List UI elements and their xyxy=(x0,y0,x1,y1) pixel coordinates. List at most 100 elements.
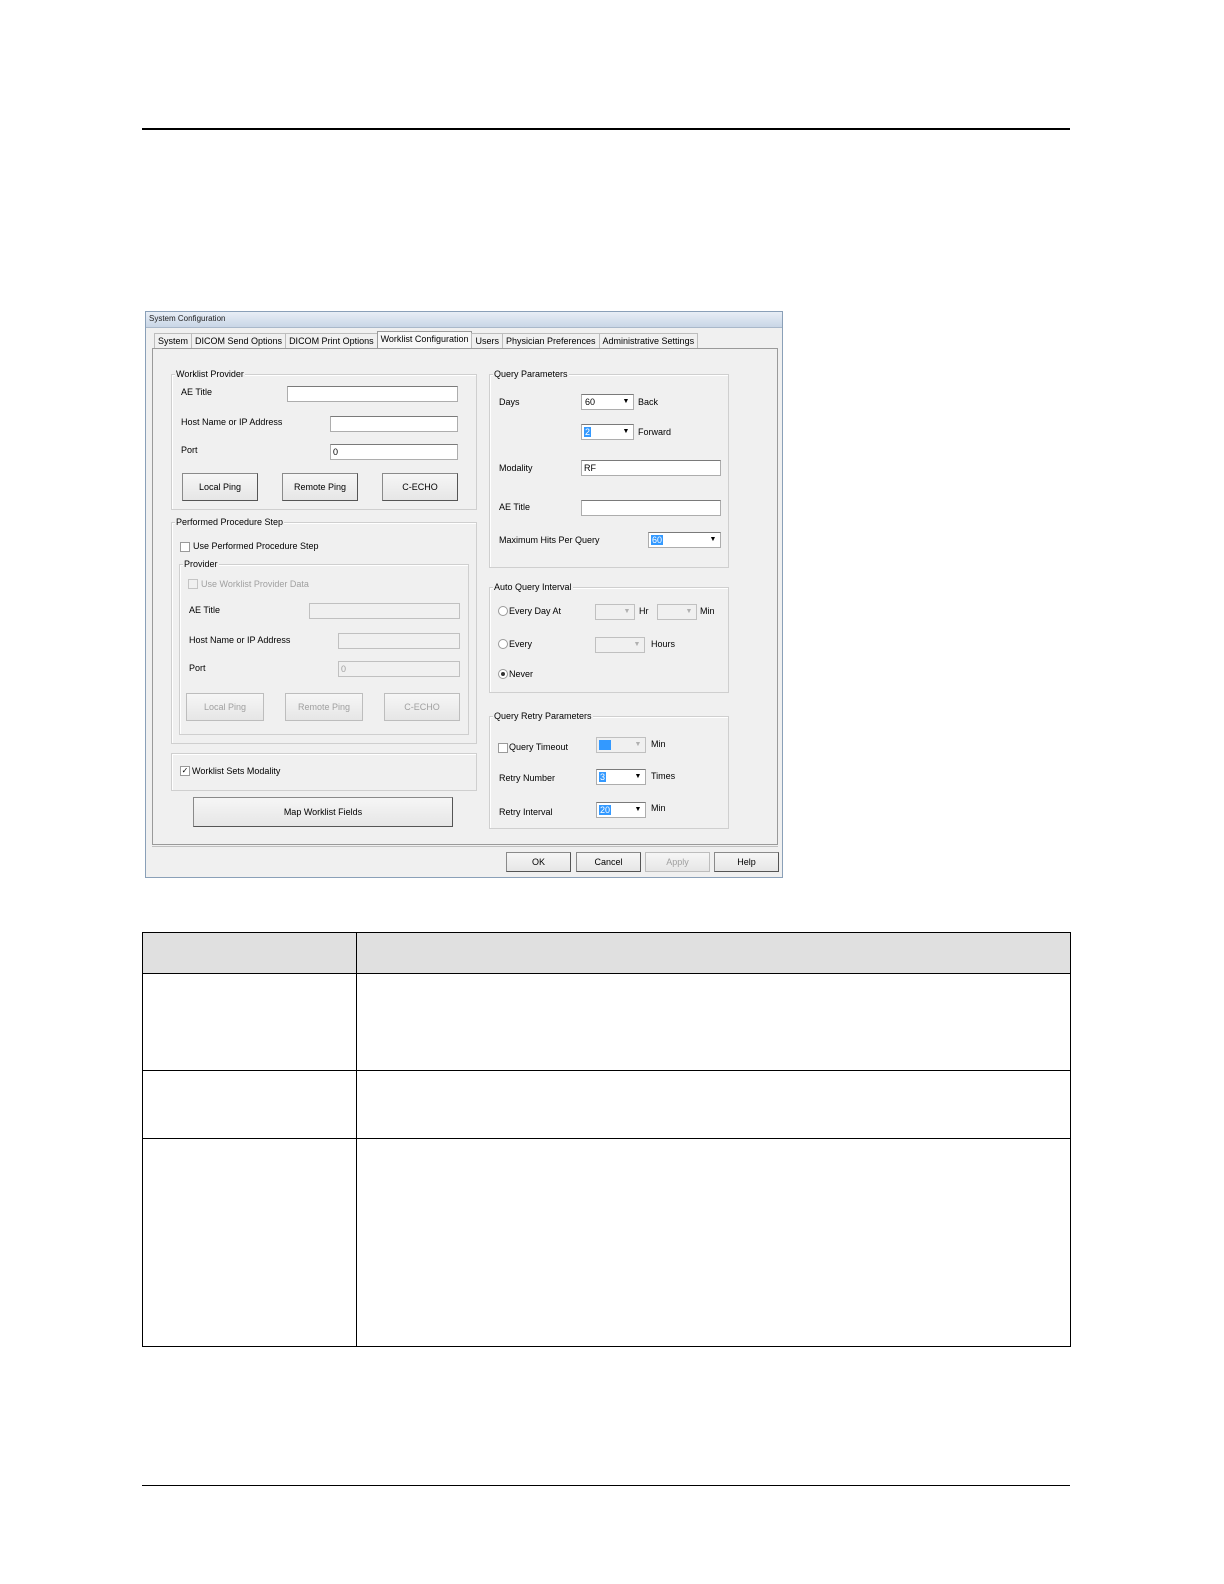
chevron-down-icon: ▼ xyxy=(633,641,641,648)
retry-interval-value: 20 xyxy=(599,805,612,815)
tab-worklist-configuration[interactable]: Worklist Configuration xyxy=(376,331,473,349)
max-hits-combo[interactable]: 60 ▼ xyxy=(648,532,721,548)
retry-number-unit: Times xyxy=(651,771,676,781)
local-ping-button[interactable]: Local Ping xyxy=(182,473,258,501)
every-hours-combo[interactable]: ▼ xyxy=(595,637,645,653)
table-row xyxy=(142,1070,1071,1139)
ae-title-input[interactable] xyxy=(287,386,458,402)
query-retry-parameters-group: Query Retry Parameters Query Timeout ▼ M… xyxy=(489,711,729,829)
every-day-minute-combo[interactable]: ▼ xyxy=(657,604,697,620)
use-worklist-provider-data-label: Use Worklist Provider Data xyxy=(201,579,309,589)
query-timeout-checkbox[interactable] xyxy=(498,743,508,753)
never-label: Never xyxy=(509,669,534,679)
modality-input[interactable]: RF xyxy=(581,460,721,476)
retry-interval-unit: Min xyxy=(651,803,666,813)
pps-group-label: Performed Procedure Step xyxy=(175,517,285,527)
retry-number-label: Retry Number xyxy=(499,773,556,783)
table-row xyxy=(142,973,1071,1071)
remote-ping-button[interactable]: Remote Ping xyxy=(282,473,358,501)
retry-number-value: 3 xyxy=(599,772,607,782)
query-ae-title-input[interactable] xyxy=(581,500,721,516)
system-configuration-dialog: System Configuration System DICOM Send O… xyxy=(145,311,783,878)
chevron-down-icon: ▼ xyxy=(622,398,630,405)
query-parameters-group: Query Parameters Days 60 ▼ Back 2 ▼ Forw… xyxy=(489,369,729,568)
every-label: Every xyxy=(509,639,533,649)
pps-host-name-input[interactable] xyxy=(338,633,460,649)
map-worklist-fields-button[interactable]: Map Worklist Fields xyxy=(193,797,453,827)
every-day-min-label: Min xyxy=(700,606,715,616)
description-table xyxy=(142,932,1071,1347)
pps-c-echo-button[interactable]: C-ECHO xyxy=(384,693,460,721)
worklist-sets-modality-group: ✓ Worklist Sets Modality xyxy=(171,753,477,791)
days-label: Days xyxy=(499,397,520,407)
worklist-provider-group: Worklist Provider AE Title Host Name or … xyxy=(171,369,477,510)
query-timeout-unit: Min xyxy=(651,739,666,749)
apply-button[interactable]: Apply xyxy=(645,852,710,872)
ok-button[interactable]: OK xyxy=(506,852,571,872)
tab-dicom-send-options[interactable]: DICOM Send Options xyxy=(191,333,287,349)
chevron-down-icon: ▼ xyxy=(623,608,631,615)
chevron-down-icon: ▼ xyxy=(634,741,642,748)
pps-host-name-label: Host Name or IP Address xyxy=(189,635,291,645)
query-timeout-combo[interactable]: ▼ xyxy=(596,737,646,753)
dialog-titlebar: System Configuration xyxy=(146,312,782,328)
back-label: Back xyxy=(638,397,659,407)
pps-provider-group: Provider Use Worklist Provider Data AE T… xyxy=(179,559,469,735)
tab-users[interactable]: Users xyxy=(471,333,503,349)
retry-number-combo[interactable]: 3 ▼ xyxy=(596,769,646,785)
max-hits-label: Maximum Hits Per Query xyxy=(499,535,600,545)
chevron-down-icon: ▼ xyxy=(622,428,630,435)
pps-port-label: Port xyxy=(189,663,206,673)
use-pps-checkbox[interactable] xyxy=(180,542,190,552)
footer-separator xyxy=(152,846,778,847)
table-cell xyxy=(356,973,1071,1071)
pps-ae-title-input[interactable] xyxy=(309,603,460,619)
pps-local-ping-button[interactable]: Local Ping xyxy=(186,693,264,721)
performed-procedure-step-group: Performed Procedure Step Use Performed P… xyxy=(171,517,477,744)
pps-provider-label: Provider xyxy=(183,559,219,569)
every-day-hour-combo[interactable]: ▼ xyxy=(595,604,635,620)
pps-port-input[interactable]: 0 xyxy=(338,661,460,677)
tab-strip: System DICOM Send Options DICOM Print Op… xyxy=(154,331,699,349)
chevron-down-icon: ▼ xyxy=(709,536,717,543)
host-name-label: Host Name or IP Address xyxy=(181,417,283,427)
auto-query-interval-label: Auto Query Interval xyxy=(493,582,573,592)
footer-rule xyxy=(142,1485,1070,1486)
days-forward-combo[interactable]: 2 ▼ xyxy=(581,424,634,440)
worklist-sets-modality-label: Worklist Sets Modality xyxy=(192,766,281,776)
table-cell xyxy=(142,1070,357,1139)
dialog-title: System Configuration xyxy=(149,314,226,323)
never-radio[interactable] xyxy=(498,669,508,679)
tab-administrative-settings[interactable]: Administrative Settings xyxy=(598,333,699,349)
days-back-value: 60 xyxy=(585,397,596,407)
every-day-at-radio[interactable] xyxy=(498,606,508,616)
table-row xyxy=(142,1138,1071,1347)
modality-label: Modality xyxy=(499,463,533,473)
ae-title-label: AE Title xyxy=(181,387,213,397)
chevron-down-icon: ▼ xyxy=(634,773,642,780)
pps-ae-title-label: AE Title xyxy=(189,605,221,615)
retry-interval-combo[interactable]: 20 ▼ xyxy=(596,802,646,818)
days-back-combo[interactable]: 60 ▼ xyxy=(581,394,634,410)
auto-query-interval-group: Auto Query Interval Every Day At ▼ Hr ▼ … xyxy=(489,582,729,693)
pps-remote-ping-button[interactable]: Remote Ping xyxy=(285,693,363,721)
query-timeout-label: Query Timeout xyxy=(509,742,569,752)
c-echo-button[interactable]: C-ECHO xyxy=(382,473,458,501)
worklist-provider-label: Worklist Provider xyxy=(175,369,245,379)
worklist-sets-modality-checkbox[interactable]: ✓ xyxy=(180,766,190,776)
query-timeout-value xyxy=(599,740,611,750)
every-hours-radio[interactable] xyxy=(498,639,508,649)
port-input[interactable]: 0 xyxy=(330,444,458,460)
hours-label: Hours xyxy=(651,639,676,649)
cancel-button[interactable]: Cancel xyxy=(576,852,641,872)
host-name-input[interactable] xyxy=(330,416,458,432)
tab-physician-preferences[interactable]: Physician Preferences xyxy=(501,333,600,349)
table-cell xyxy=(142,1138,357,1347)
tab-system[interactable]: System xyxy=(154,333,193,349)
tab-dicom-print-options[interactable]: DICOM Print Options xyxy=(285,333,378,349)
query-retry-parameters-label: Query Retry Parameters xyxy=(493,711,593,721)
use-worklist-provider-data-checkbox[interactable] xyxy=(188,579,198,589)
days-forward-value: 2 xyxy=(584,427,592,437)
help-button[interactable]: Help xyxy=(714,852,779,872)
table-cell xyxy=(142,973,357,1071)
